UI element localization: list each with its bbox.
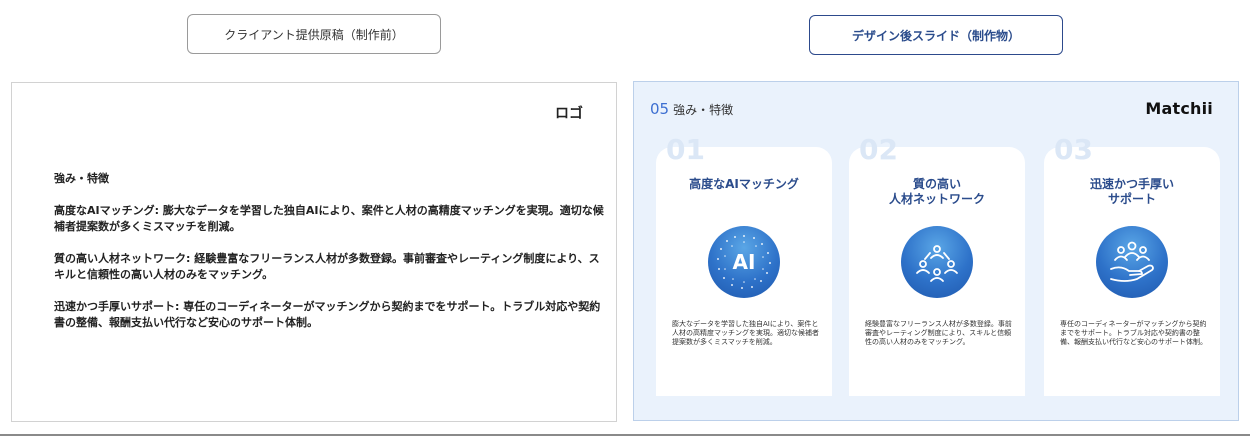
- card-number: 01: [666, 133, 705, 166]
- feature-card-support: 03 迅速かつ手厚い サポート 専任のコーディネーターがマッチングから契約までを…: [1044, 133, 1220, 396]
- card-number: 03: [1054, 133, 1093, 166]
- draft-paragraph: 質の高い人材ネットワーク: 経験豊富なフリーランス人材が多数登録。事前審査やレー…: [54, 252, 600, 281]
- slide-header: 05 強み・特徴: [650, 100, 733, 118]
- before-label: クライアント提供原稿（制作前）: [187, 14, 441, 54]
- card-description: 経験豊富なフリーランス人材が多数登録。事前審査やレーティング制度により、スキルと…: [865, 320, 1012, 346]
- logo-placeholder: ロゴ: [555, 106, 583, 122]
- hand-support-icon: [1096, 226, 1168, 298]
- draft-paragraph: 高度なAIマッチング: 膨大なデータを学習した独自AIにより、案件と人材の高精度…: [54, 204, 604, 233]
- feature-card-network: 02 質の高い 人材ネットワーク 経験豊富なフリーランス人材が多数登録。事前審査…: [849, 133, 1025, 396]
- slide-number: 05: [650, 100, 670, 118]
- comparison-page: クライアント提供原稿（制作前） デザイン後スライド（制作物） ロゴ 強み・特徴 …: [0, 0, 1250, 436]
- card-description: 膨大なデータを学習した独自AIにより、案件と人材の高精度マッチングを実現。適切な…: [672, 320, 819, 346]
- after-label: デザイン後スライド（制作物）: [809, 15, 1063, 55]
- draft-paragraph: 迅速かつ手厚いサポート: 専任のコーディネーターがマッチングから契約までをサポー…: [54, 300, 601, 329]
- card-description: 専任のコーディネーターがマッチングから契約までをサポート。トラブル対応や契約書の…: [1060, 320, 1207, 346]
- draft-text: 強み・特徴 高度なAIマッチング: 膨大なデータを学習した独自AIにより、案件と…: [54, 171, 609, 347]
- card-title: 迅速かつ手厚い サポート: [1089, 177, 1174, 206]
- slide-title: 強み・特徴: [673, 103, 734, 117]
- ai-sphere-icon: AI: [708, 226, 780, 298]
- feature-card-ai: 01 高度なAIマッチング AI 膨大なデータを学習した独自AIにより、案件と人…: [656, 133, 832, 396]
- ai-icon-text: AI: [732, 250, 756, 274]
- card-number: 02: [859, 133, 898, 166]
- brand-logo: Matchii: [1145, 99, 1213, 118]
- card-title: 高度なAIマッチング: [689, 177, 799, 191]
- client-draft-panel: ロゴ 強み・特徴 高度なAIマッチング: 膨大なデータを学習した独自AIにより、…: [11, 82, 617, 422]
- people-network-icon: [901, 226, 973, 298]
- draft-heading: 強み・特徴: [54, 172, 109, 185]
- card-title: 質の高い 人材ネットワーク: [888, 177, 985, 206]
- designed-slide-panel: 05 強み・特徴 Matchii 01 高度なAIマッチング AI 膨大なデータ…: [633, 81, 1239, 421]
